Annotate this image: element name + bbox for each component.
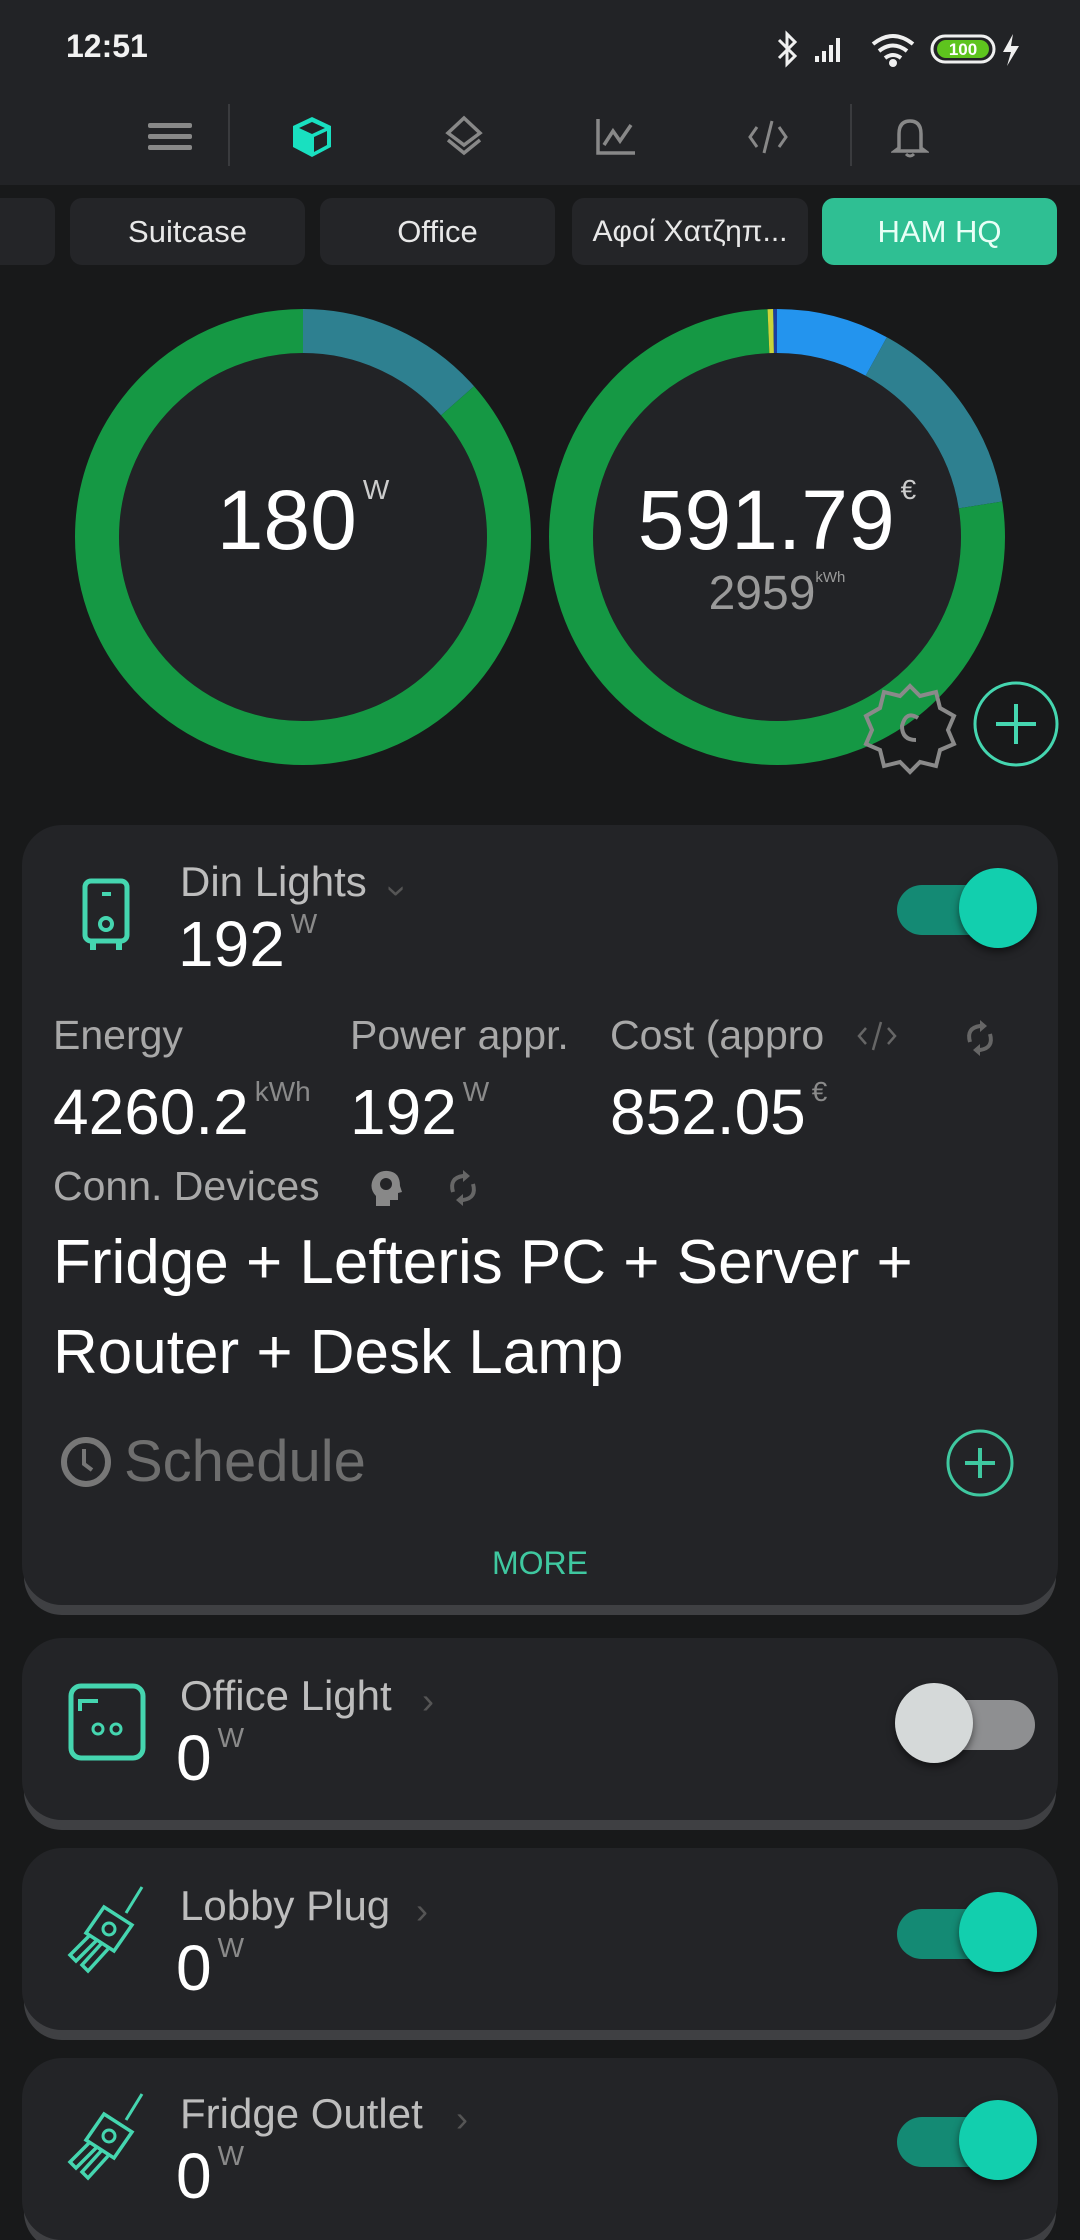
total-power-unit: W (362, 474, 390, 505)
power-number: 192 (350, 1076, 457, 1148)
device-power: 0W (176, 1724, 244, 1791)
device-power: 0W (176, 2142, 244, 2209)
chevron-right-icon[interactable]: › (422, 1680, 434, 1722)
cost-number: 852.05 (610, 1076, 806, 1148)
cost-unit: € (811, 1076, 828, 1107)
svg-text:100: 100 (949, 40, 977, 59)
total-energy: 2959kWh (577, 570, 977, 618)
device-power-unit: W (217, 2140, 245, 2171)
refresh-icon[interactable] (962, 1018, 998, 1063)
charging-icon (1003, 34, 1019, 66)
add-schedule-button[interactable] (945, 1428, 1015, 1503)
plug-icon (66, 2092, 150, 2187)
layers-icon[interactable] (439, 112, 489, 162)
total-power: 180 W (103, 476, 503, 563)
status-time: 12:51 (66, 28, 148, 64)
device-toggle[interactable] (897, 868, 1037, 948)
power-value: 192 W (350, 1078, 489, 1145)
tab-suitcase[interactable]: Suitcase (70, 198, 305, 265)
device-power: 0W (176, 1934, 244, 2001)
chevron-right-icon[interactable]: › (456, 2098, 468, 2140)
device-power: 192 W (178, 910, 317, 977)
device-power-value: 0 (176, 1722, 212, 1794)
tab-afoi-chatzip[interactable]: Αφοί Χατζηπ... (572, 198, 808, 265)
device-power-value: 0 (176, 1932, 212, 2004)
devices-cube-icon[interactable] (287, 112, 337, 162)
cost-label: Cost (appro (610, 1012, 825, 1058)
energy-value: 4260.2 kWh (53, 1078, 311, 1145)
water-heater-icon (82, 878, 132, 957)
nav-divider (850, 104, 852, 166)
device-name[interactable]: Office Light (180, 1672, 392, 1720)
tab-previous[interactable] (0, 198, 55, 265)
code-icon[interactable] (856, 1018, 898, 1059)
total-cost-value: 591.79 (637, 473, 895, 567)
tab-ham-hq[interactable]: HAM HQ (822, 198, 1057, 265)
chevron-down-icon[interactable]: › (377, 885, 419, 897)
device-power-value: 0 (176, 2140, 212, 2212)
plug-icon (66, 1885, 150, 1980)
total-cost: 591.79 € (577, 476, 977, 563)
energy-unit: kWh (254, 1076, 311, 1107)
tab-office[interactable]: Office (320, 198, 555, 265)
device-power-unit: W (217, 1932, 245, 1963)
connected-devices-list: Fridge + Lefteris PC + Server + Router +… (53, 1228, 913, 1387)
device-name[interactable]: Fridge Outlet (180, 2090, 423, 2138)
device-toggle[interactable] (895, 1683, 1035, 1763)
bluetooth-icon (777, 30, 798, 68)
device-power-value: 192 (178, 908, 285, 980)
wall-switch-icon (68, 1683, 148, 1768)
device-power-unit: W (290, 908, 318, 939)
energy-label: Energy (53, 1012, 183, 1058)
connected-devices-label: Conn. Devices (53, 1163, 320, 1209)
device-toggle[interactable] (897, 1892, 1037, 1972)
chart-icon[interactable] (591, 112, 641, 162)
energy-number: 4260.2 (53, 1076, 249, 1148)
power-label: Power appr. (350, 1012, 569, 1058)
wifi-icon (871, 34, 915, 67)
refresh-icon[interactable] (445, 1168, 481, 1213)
total-energy-value: 2959 (708, 567, 816, 620)
head-profile-icon[interactable] (368, 1168, 404, 1213)
signal-icon (815, 38, 840, 62)
chevron-right-icon[interactable]: › (416, 1890, 428, 1932)
power-unit: W (462, 1076, 490, 1107)
clock-icon (60, 1436, 112, 1493)
nav-divider (228, 104, 230, 166)
more-button[interactable]: MORE (440, 1545, 640, 1582)
device-power-unit: W (217, 1722, 245, 1753)
total-cost-unit: € (900, 474, 917, 505)
battery-icon: 100 (930, 34, 996, 64)
bell-icon[interactable] (885, 112, 935, 162)
total-energy-unit: kWh (815, 569, 846, 586)
settings-gear-icon[interactable] (862, 680, 958, 781)
cost-value: 852.05 € (610, 1078, 827, 1145)
add-widget-button[interactable] (972, 680, 1060, 773)
total-power-value: 180 (216, 473, 357, 567)
code-icon[interactable] (743, 112, 793, 162)
schedule-label: Schedule (124, 1429, 366, 1494)
device-name[interactable]: Lobby Plug (180, 1882, 390, 1930)
device-name[interactable]: Din Lights (180, 858, 367, 906)
device-toggle[interactable] (897, 2100, 1037, 2180)
status-icons: 100 (775, 30, 1035, 75)
menu-icon[interactable] (145, 112, 195, 162)
